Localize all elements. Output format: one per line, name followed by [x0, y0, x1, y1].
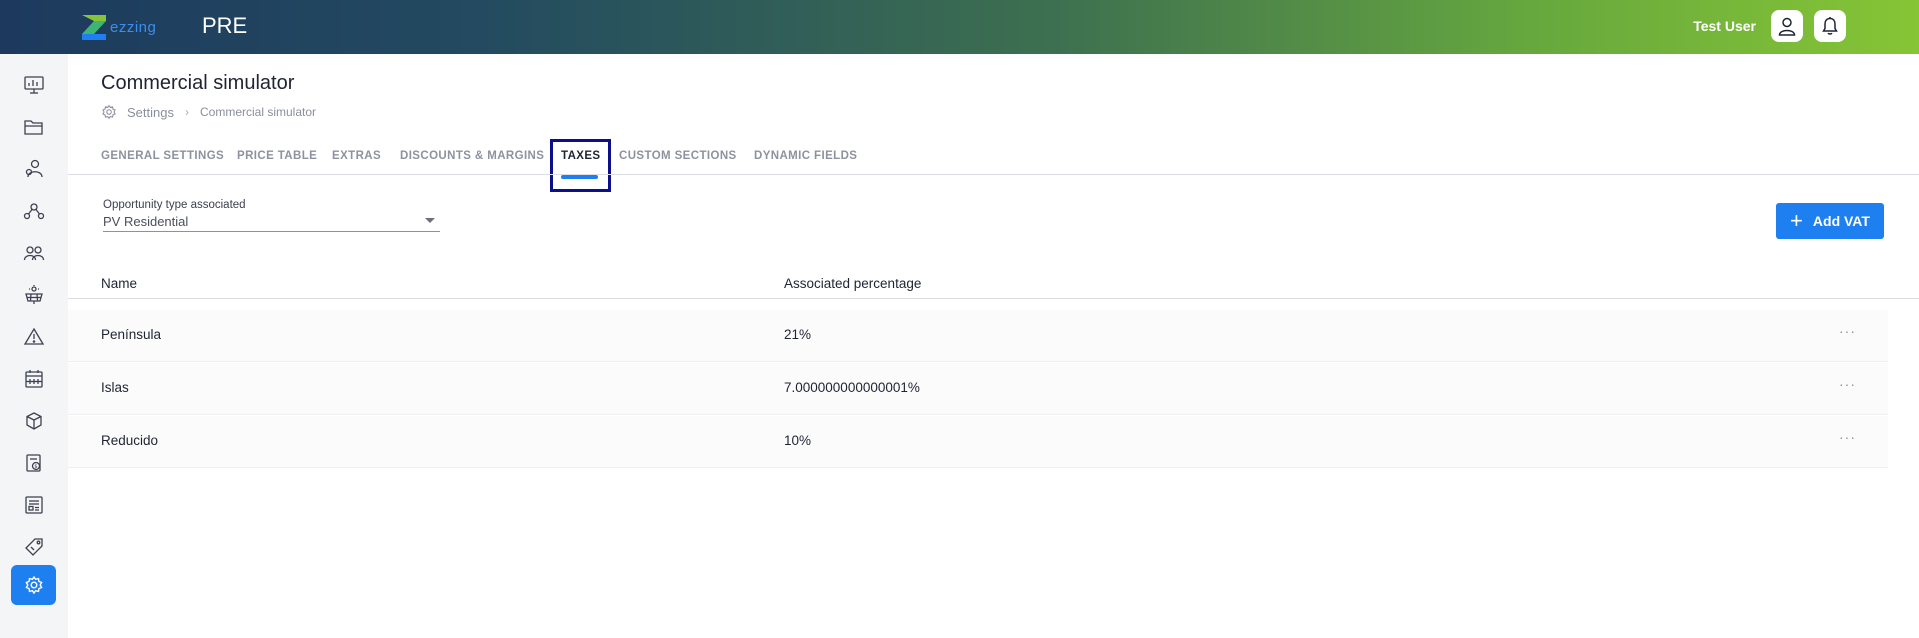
opportunity-type-label: Opportunity type associated — [103, 199, 246, 211]
opportunity-type-select[interactable]: Opportunity type associated PV Residenti… — [103, 199, 440, 232]
network-icon — [23, 203, 44, 220]
sidebar-item-team[interactable] — [11, 233, 56, 273]
opportunity-type-selected: PV Residential — [103, 214, 189, 229]
sidebar-item-tags[interactable] — [11, 527, 56, 567]
sidebar-item-alerts[interactable] — [11, 317, 56, 357]
plus-icon: + — [1790, 208, 1803, 233]
row-name: Península — [101, 327, 162, 342]
environment-label: PRE — [202, 13, 248, 38]
app-logo[interactable]: ezzing — [80, 12, 156, 42]
notifications-button[interactable] — [1814, 10, 1846, 42]
alert-icon — [23, 327, 44, 345]
sidebar-item-calendar[interactable] — [11, 359, 56, 399]
svg-text:$: $ — [34, 464, 37, 470]
sidebar-item-contacts[interactable] — [11, 149, 56, 189]
table-row[interactable]: Islas 7.000000000000001% ··· — [68, 363, 1888, 415]
invoice-icon: $ — [25, 454, 41, 472]
column-header-name[interactable]: Name — [101, 276, 137, 291]
solar-panel-icon — [24, 285, 43, 304]
box-icon — [25, 412, 42, 430]
logo-mark-icon — [80, 12, 108, 42]
tag-icon — [24, 538, 43, 556]
row-name: Reducido — [101, 433, 159, 448]
tabs-divider — [68, 174, 1919, 175]
breadcrumb-current: Commercial simulator — [199, 105, 317, 119]
team-icon — [23, 246, 44, 261]
more-options-icon[interactable]: ··· — [1839, 429, 1856, 445]
sidebar-item-dashboard[interactable] — [11, 65, 56, 105]
tab-custom-sections[interactable]: CUSTOM SECTIONS — [619, 150, 737, 162]
more-options-icon[interactable]: ··· — [1839, 376, 1856, 392]
top-bar: ezzing PRE Test User — [0, 0, 1919, 54]
documents-icon — [24, 496, 43, 514]
tab-extras[interactable]: EXTRAS — [332, 150, 381, 162]
dashboard-icon — [23, 76, 44, 94]
sidebar-item-products[interactable] — [11, 401, 56, 441]
page-title: Commercial simulator — [101, 72, 295, 94]
user-name[interactable]: Test User — [1693, 18, 1756, 34]
row-name: Islas — [101, 380, 129, 395]
calendar-icon — [24, 370, 43, 388]
row-percentage: 7.000000000000001% — [784, 380, 920, 395]
column-header-percentage[interactable]: Associated percentage — [784, 276, 921, 291]
table-row[interactable]: Reducido 10% ··· — [68, 416, 1888, 468]
logo-text: ezzing — [110, 18, 157, 36]
chevron-down-icon[interactable] — [425, 218, 435, 223]
sidebar-item-folders[interactable] — [11, 107, 56, 147]
tab-general-settings[interactable]: GENERAL SETTINGS — [101, 150, 224, 162]
tab-dynamic-fields[interactable]: DYNAMIC FIELDS — [754, 150, 857, 162]
breadcrumb-settings-link[interactable]: Settings — [127, 105, 174, 120]
table-header: Name Associated percentage — [68, 272, 1919, 299]
breadcrumb: Settings › Commercial simulator — [101, 104, 316, 120]
sidebar-item-invoices[interactable]: $ — [11, 443, 56, 483]
folder-icon — [23, 120, 43, 135]
add-vat-label: Add VAT — [1812, 213, 1870, 229]
tab-price-table[interactable]: PRICE TABLE — [237, 150, 317, 162]
tab-focus-highlight — [550, 139, 611, 192]
bell-icon — [1822, 17, 1838, 35]
contacts-icon — [25, 159, 43, 178]
sidebar-item-settings[interactable] — [11, 565, 56, 605]
sidebar-item-documents[interactable] — [11, 485, 56, 525]
row-percentage: 21% — [784, 327, 812, 342]
sidebar-item-network[interactable] — [11, 191, 56, 231]
add-vat-button[interactable]: + Add VAT — [1776, 203, 1884, 239]
settings-icon — [24, 575, 43, 595]
more-options-icon[interactable]: ··· — [1839, 323, 1856, 339]
user-profile-button[interactable] — [1771, 10, 1803, 42]
table-row[interactable]: Península 21% ··· — [68, 310, 1888, 362]
sidebar-item-solar[interactable] — [11, 275, 56, 315]
row-percentage: 10% — [784, 433, 812, 448]
sidebar: $ — [0, 54, 68, 638]
tab-discounts-margins[interactable]: DISCOUNTS & MARGINS — [400, 150, 544, 162]
settings-icon — [102, 104, 116, 120]
breadcrumb-separator: › — [184, 105, 189, 119]
user-icon — [1778, 17, 1796, 36]
opportunity-type-value[interactable]: PV Residential — [103, 214, 440, 232]
